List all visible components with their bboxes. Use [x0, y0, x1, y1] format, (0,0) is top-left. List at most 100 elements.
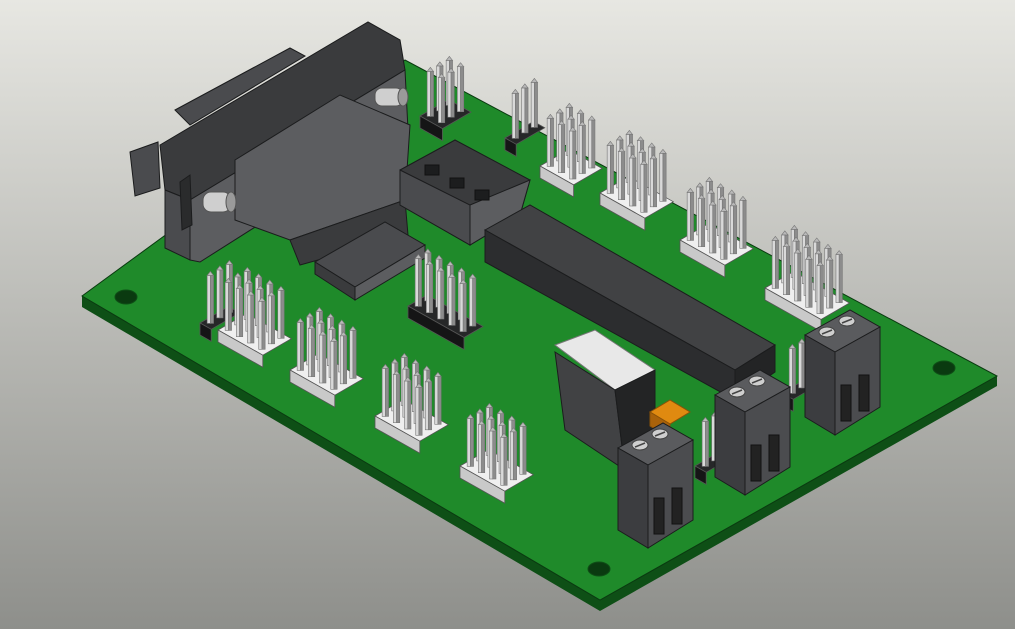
pin-shade	[451, 276, 456, 326]
pin	[771, 240, 776, 289]
pin	[569, 130, 574, 180]
pin	[478, 424, 482, 474]
pin	[447, 71, 452, 118]
pin-shade	[239, 288, 244, 338]
pin	[457, 66, 461, 112]
pin	[216, 269, 221, 319]
pin	[720, 211, 725, 260]
pin-shade	[219, 269, 224, 319]
pin-shade	[733, 205, 737, 255]
pin-shade	[653, 158, 657, 208]
pin	[709, 204, 714, 254]
pin	[816, 265, 821, 314]
pin-shade	[829, 259, 834, 309]
pin	[469, 277, 473, 327]
pin-shade	[250, 294, 255, 344]
pin-shade	[503, 436, 508, 486]
pin-shade	[534, 82, 538, 128]
pin	[319, 334, 324, 384]
pin-shade	[300, 322, 304, 371]
pin-shade	[572, 130, 577, 180]
pin	[739, 200, 744, 249]
pin	[798, 342, 803, 389]
pin-shade	[210, 275, 214, 324]
pin-shade	[522, 425, 527, 475]
pin	[686, 192, 691, 241]
screw	[202, 191, 237, 213]
pin	[339, 335, 344, 385]
pin-shade	[561, 124, 566, 173]
pin-shade	[492, 430, 497, 480]
pin-shade	[418, 258, 422, 307]
pin	[826, 259, 830, 309]
pin-shade	[441, 77, 446, 123]
pin	[521, 87, 526, 134]
pin	[509, 431, 514, 481]
pin-shade	[792, 348, 796, 394]
pin	[296, 322, 301, 371]
pin-shade	[280, 289, 285, 339]
pin	[466, 418, 471, 467]
pin	[835, 254, 840, 303]
pin-shade	[723, 211, 728, 260]
pin	[511, 93, 516, 139]
pin	[606, 145, 611, 194]
pin	[530, 82, 535, 128]
pin-shade	[322, 334, 327, 384]
pin-shade	[462, 283, 467, 332]
pin	[794, 252, 799, 302]
pin-shade	[429, 264, 434, 314]
pin-shade	[430, 71, 434, 117]
pin-shade	[470, 418, 474, 467]
pin-shade	[513, 431, 517, 481]
pin	[698, 198, 702, 247]
pin-shade	[450, 71, 455, 118]
pin	[578, 125, 583, 174]
pin	[558, 124, 562, 173]
pin	[459, 283, 464, 332]
pin-shade	[643, 164, 648, 213]
pin-shade	[610, 145, 614, 194]
hole-icon	[114, 289, 138, 305]
pin-shade	[333, 340, 338, 390]
pin	[711, 415, 716, 462]
pin-shade	[428, 381, 432, 431]
pin-shade	[705, 421, 709, 467]
pin-shade	[701, 198, 706, 247]
pin-shade	[591, 119, 596, 169]
pin	[546, 118, 551, 167]
pin-shade	[838, 254, 843, 303]
pin-shade	[662, 153, 667, 202]
pin	[330, 340, 335, 390]
pin-shade	[472, 277, 477, 327]
pin	[500, 436, 505, 486]
pin	[783, 246, 787, 295]
pin-shade	[581, 125, 586, 174]
wire-opening	[840, 384, 852, 422]
pin	[437, 270, 442, 320]
wire-opening	[768, 434, 780, 472]
pin	[424, 381, 429, 431]
pin	[349, 329, 354, 379]
pin-shade	[440, 270, 445, 320]
pin-shade	[524, 87, 529, 134]
pin	[404, 380, 409, 430]
pin	[206, 275, 211, 324]
pin-shade	[550, 118, 554, 167]
pin-shade	[690, 192, 694, 241]
pin-shade	[621, 151, 626, 200]
pin-shade	[352, 329, 357, 379]
pin	[805, 258, 810, 308]
wire-opening	[671, 487, 683, 525]
pin	[426, 264, 430, 314]
pin	[701, 421, 706, 467]
pin	[258, 300, 263, 350]
pin-shade	[632, 157, 637, 207]
pin	[381, 368, 386, 417]
pin	[308, 328, 312, 378]
pin-shade	[396, 374, 401, 424]
pin-shade	[407, 380, 412, 430]
terminal-side	[714, 394, 746, 496]
pin-shade	[742, 200, 747, 249]
pin	[640, 164, 645, 213]
